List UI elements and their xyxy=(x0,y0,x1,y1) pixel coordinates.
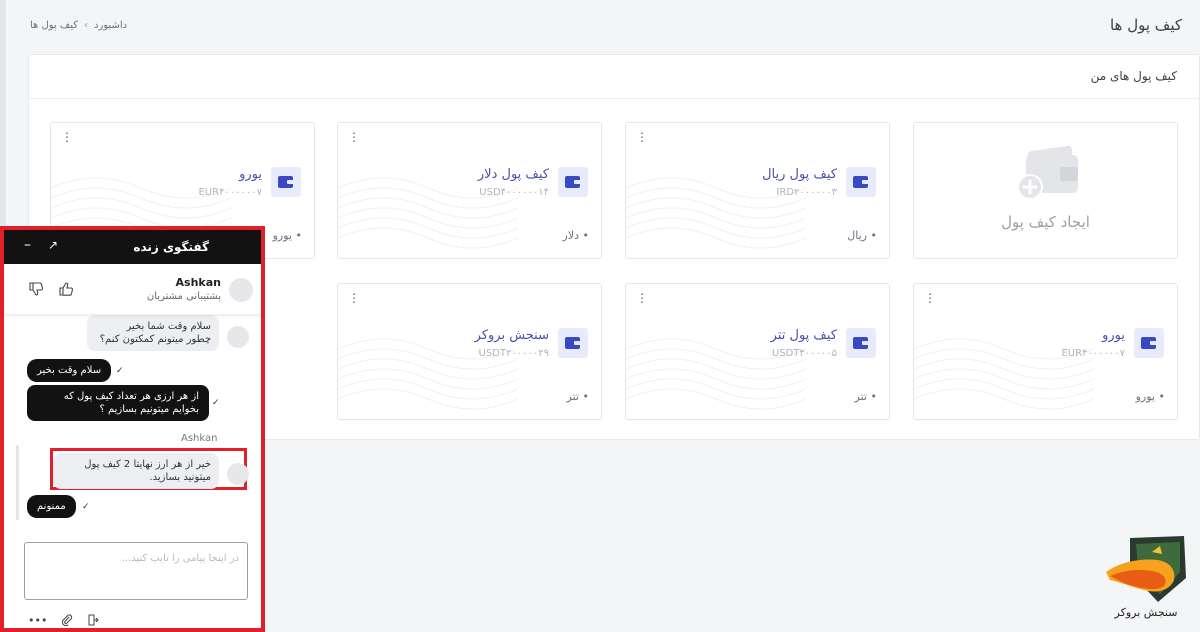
chat-message-user: سلام وقت بخیر xyxy=(27,359,112,382)
wallet-number: EUR۴۰۰۰۰۰۰۷ xyxy=(198,187,262,198)
wave-pattern xyxy=(914,338,1094,410)
read-tick-icon: ✓ xyxy=(212,398,220,408)
create-wallet-label: ایجاد کیف پول xyxy=(1001,213,1090,231)
wallet-icon xyxy=(271,167,301,197)
currency-dot: • xyxy=(292,229,302,242)
agent-bar: Ashkan پشتیبانی مشتریان xyxy=(4,264,261,314)
attachment-icon[interactable] xyxy=(61,614,73,626)
wallet-currency: • دلار xyxy=(563,229,589,242)
wallet-name: یورو xyxy=(1102,328,1125,343)
page-title: کیف پول ها xyxy=(1109,16,1182,34)
wallet-currency-label: تتر xyxy=(566,390,579,403)
breadcrumb-separator: › xyxy=(84,20,89,31)
agent-name: Ashkan xyxy=(175,276,221,289)
wallet-card[interactable]: ⋮ کیف پول دلار USD۴۰۰۰۰۰۰۱۴ • دلار xyxy=(337,122,602,259)
agent-avatar xyxy=(227,463,249,485)
breadcrumb-item-dashboard[interactable]: داشبورد xyxy=(94,20,127,31)
thumbs-down-icon[interactable] xyxy=(28,281,44,297)
wallet-card[interactable]: ⋮ کیف پول ریال IRD۲۰۰۰۰۰۰۳ • ریال xyxy=(625,122,890,259)
message-input[interactable]: در اینجا پیامی را تایپ کنید... xyxy=(24,542,248,600)
add-wallet-icon xyxy=(1017,145,1078,200)
wallet-name: کیف پول ریال xyxy=(762,167,837,182)
section-title: کیف پول های من xyxy=(1090,69,1177,83)
currency-dot: • xyxy=(579,229,589,242)
wallet-icon xyxy=(846,328,876,358)
chat-message-agent: سلام وقت شما بخیر چطور میتونم کمکتون کنم… xyxy=(87,315,219,351)
wallet-icon xyxy=(558,167,588,197)
wallet-currency: • یورو xyxy=(273,229,302,242)
agent-avatar xyxy=(229,278,253,302)
wallet-currency-label: تتر xyxy=(854,390,867,403)
divider xyxy=(29,98,1199,99)
brand-name: سنجش بروکر xyxy=(1114,606,1178,619)
exit-chat-icon[interactable] xyxy=(87,614,100,626)
currency-dot: • xyxy=(867,390,877,403)
wallet-currency: • تتر xyxy=(855,390,877,403)
chat-scrollbar[interactable] xyxy=(16,445,19,520)
brand-logo: سنجش بروکر xyxy=(1100,532,1192,627)
message-input-placeholder: در اینجا پیامی را تایپ کنید... xyxy=(121,553,239,564)
agent-avatar xyxy=(227,326,249,348)
more-menu-icon[interactable]: ⋮ xyxy=(348,131,360,143)
wallet-name: کیف پول دلار xyxy=(477,167,549,182)
wallet-currency-label: ریال xyxy=(847,229,867,242)
more-menu-icon[interactable]: ⋮ xyxy=(636,131,648,143)
wallet-number: USD۴۰۰۰۰۰۰۱۴ xyxy=(479,187,549,198)
create-wallet-card[interactable]: ایجاد کیف پول xyxy=(913,122,1178,259)
wallet-card[interactable]: ⋮ سنجش بروکر USDT۲۰۰۰۰۰۲۹ • تتر xyxy=(337,283,602,420)
wallet-icon xyxy=(846,167,876,197)
chat-title: گفتگوی زنده xyxy=(133,240,209,254)
agent-role: پشتیبانی مشتریان xyxy=(146,291,221,302)
more-menu-icon[interactable]: ⋮ xyxy=(348,292,360,304)
wallet-currency-label: یورو xyxy=(1135,390,1155,403)
more-options-icon[interactable]: ••• xyxy=(28,614,47,627)
chat-message-agent: خیر از هر ارز نهایتا 2 کیف پول میتونید ب… xyxy=(53,453,219,489)
wallet-currency-label: دلار xyxy=(562,229,579,242)
wallet-currency: • تتر xyxy=(567,390,589,403)
minimize-icon[interactable]: – xyxy=(24,237,31,253)
wallet-currency: • یورو xyxy=(1136,390,1165,403)
wave-pattern xyxy=(338,177,518,249)
wave-pattern xyxy=(338,338,518,410)
currency-dot: • xyxy=(867,229,877,242)
wallet-icon xyxy=(558,328,588,358)
thumbs-up-icon[interactable] xyxy=(58,281,74,297)
brand-emblem xyxy=(1106,536,1186,602)
wallet-currency-label: یورو xyxy=(272,229,292,242)
currency-dot: • xyxy=(1155,390,1165,403)
wallet-number: USDT۲۰۰۰۰۰۲۹ xyxy=(478,348,549,359)
wallet-currency: • ریال xyxy=(847,229,877,242)
chat-toolbar: ••• xyxy=(28,614,100,627)
currency-dot: • xyxy=(579,390,589,403)
wallet-name: کیف پول تتر xyxy=(770,328,837,343)
wave-pattern xyxy=(626,338,806,410)
read-tick-icon: ✓ xyxy=(82,502,90,512)
wave-pattern xyxy=(626,177,806,249)
more-menu-icon[interactable]: ⋮ xyxy=(636,292,648,304)
wallet-name: سنجش بروکر xyxy=(474,328,549,343)
wallet-number: IRD۲۰۰۰۰۰۰۳ xyxy=(776,187,837,198)
more-menu-icon[interactable]: ⋮ xyxy=(924,292,936,304)
message-sender: Ashkan xyxy=(181,433,218,444)
wallet-card[interactable]: ⋮ یورو EUR۴۰۰۰۰۰۰۷ • یورو xyxy=(913,283,1178,420)
live-chat-widget: گفتگوی زنده – ↗ Ashkan پشتیبانی مشتریان … xyxy=(0,226,265,632)
wallet-icon xyxy=(1134,328,1164,358)
wallet-number: EUR۴۰۰۰۰۰۰۷ xyxy=(1061,348,1125,359)
expand-icon[interactable]: ↗ xyxy=(48,238,58,252)
chat-header: گفتگوی زنده – ↗ xyxy=(4,230,261,264)
breadcrumb: داشبورد › کیف پول ها xyxy=(30,20,127,31)
wallet-number: USDT۴۰۰۰۰۰۵ xyxy=(771,348,837,359)
more-menu-icon[interactable]: ⋮ xyxy=(61,131,73,143)
chat-message-user: از هر ارزی هر تعداد کیف پول که بخوایم می… xyxy=(27,385,209,421)
chat-message-user: ممنونم xyxy=(27,495,76,518)
read-tick-icon: ✓ xyxy=(116,366,124,376)
wallet-card[interactable]: ⋮ کیف پول تتر USDT۴۰۰۰۰۰۵ • تتر xyxy=(625,283,890,420)
wallet-name: یورو xyxy=(239,167,262,182)
breadcrumb-item-wallets: کیف پول ها xyxy=(30,20,79,31)
